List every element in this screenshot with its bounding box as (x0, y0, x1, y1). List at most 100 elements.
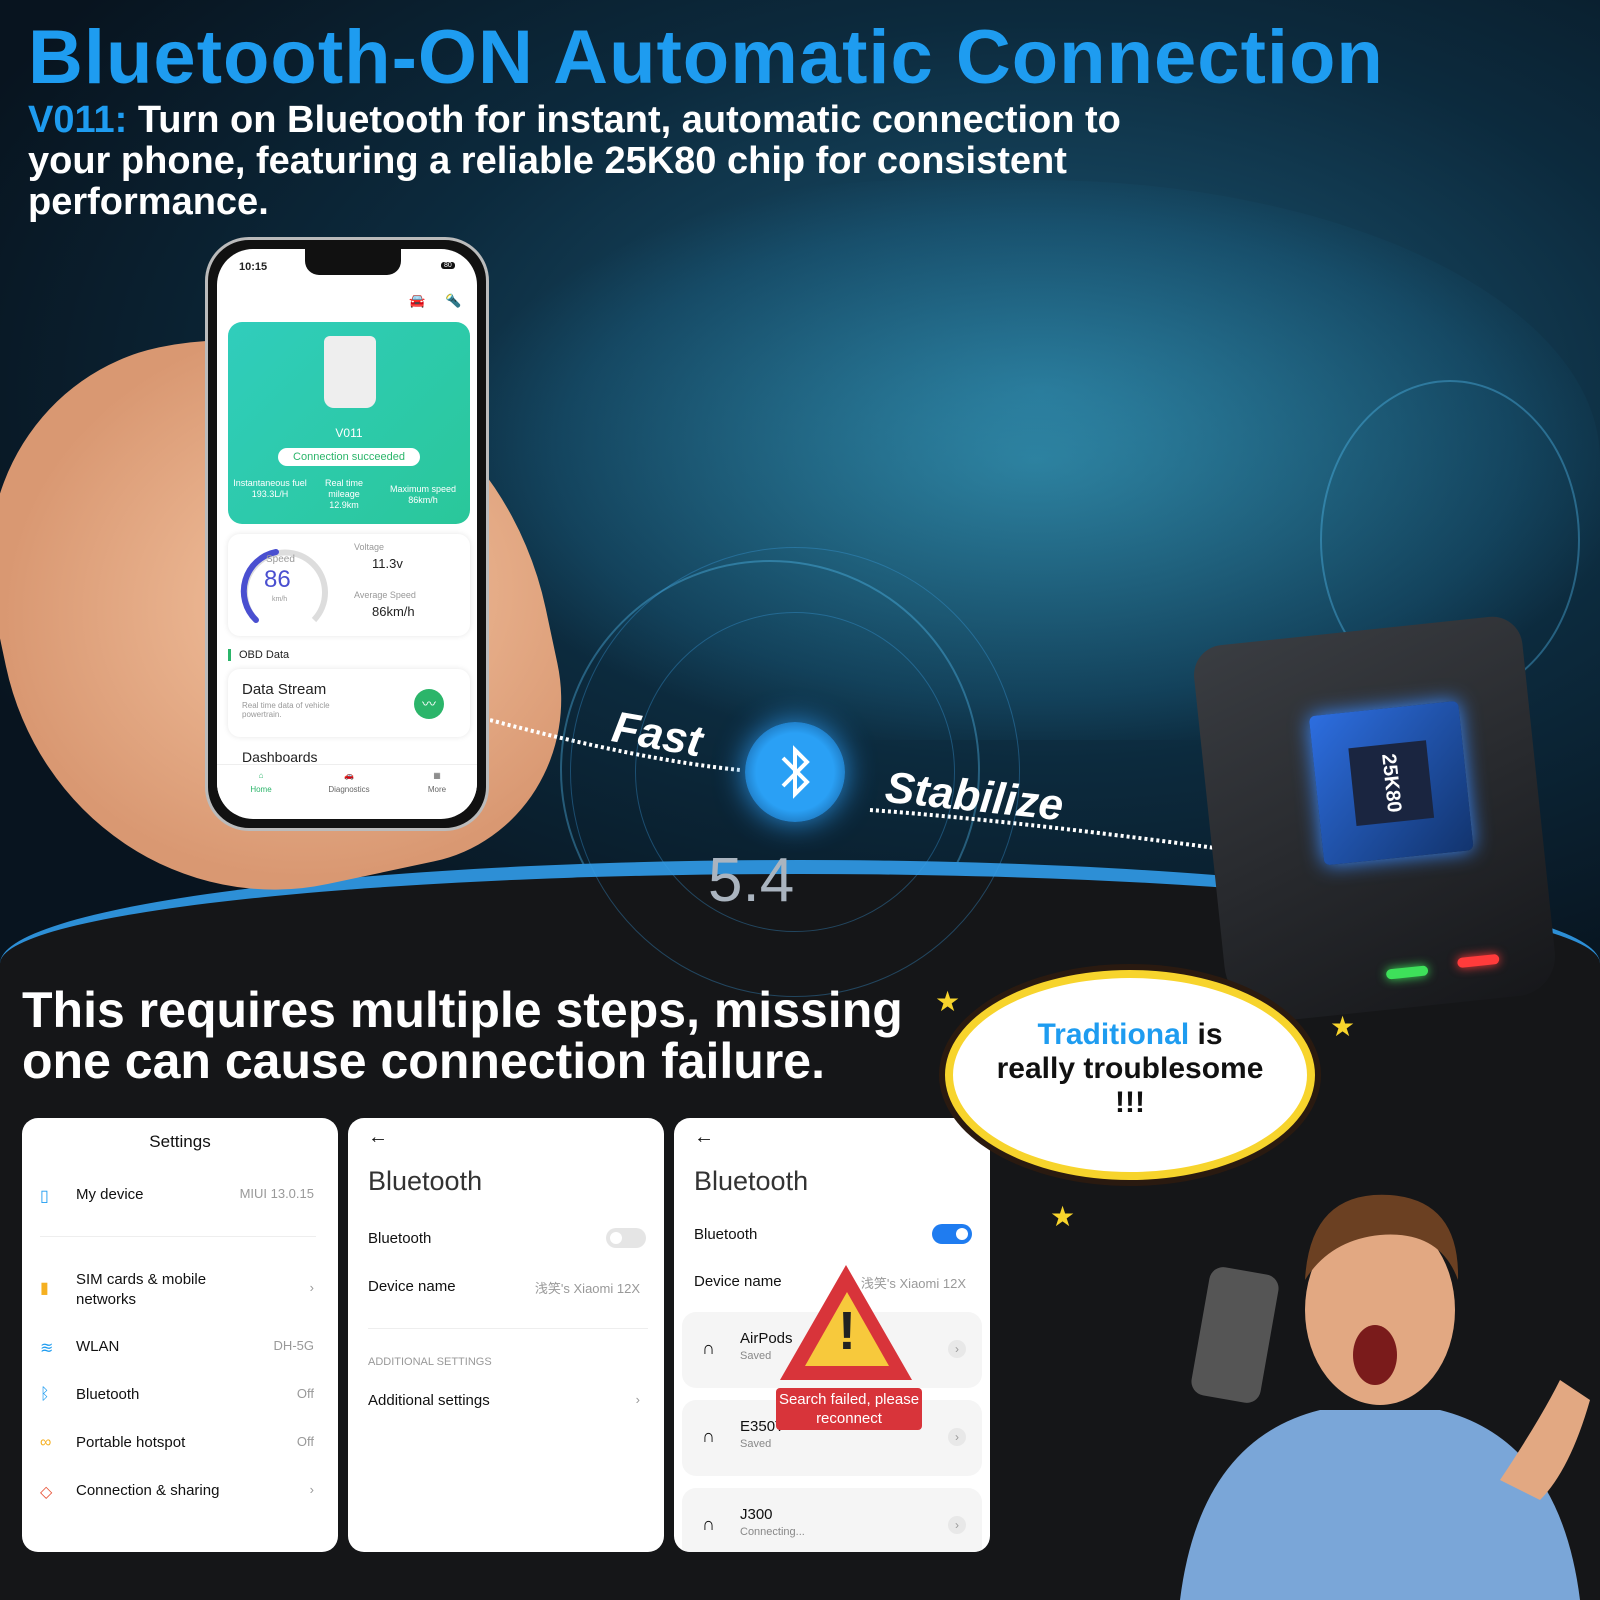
divider (368, 1328, 648, 1329)
item-value: MIUI 13.0.15 (239, 1186, 314, 1201)
star-icon: ★ (1050, 1201, 1076, 1232)
wifi-icon: ≋ (40, 1340, 54, 1357)
section-heading: OBD Data (228, 649, 289, 661)
bluetooth-off-panel: ← Bluetooth Bluetooth Device name 浅笑's Xi… (348, 1118, 664, 1552)
nav-home[interactable]: ⌂ Home (231, 771, 291, 794)
item-label: SIM cards & mobile networks (76, 1271, 207, 1308)
chevron-right-icon: › (309, 1280, 314, 1295)
settings-title: Settings (149, 1132, 211, 1151)
headphones-icon: ∩ (702, 1426, 715, 1446)
page-title: Bluetooth-ON Automatic Connection (28, 15, 1384, 100)
device-card[interactable]: V011 Connection succeeded Instantaneous … (228, 322, 470, 524)
stat-fuel: Instantaneous fuel 193.3L/H (232, 478, 308, 500)
bluetooth-title: Bluetooth (694, 1166, 809, 1196)
row-label: Device name (694, 1273, 782, 1290)
bluetooth-toggle-on[interactable] (932, 1224, 972, 1244)
nav-diagnostics[interactable]: 🚗 Diagnostics (319, 771, 379, 794)
obd-dongle-image (324, 336, 376, 408)
back-arrow-icon[interactable]: ← (694, 1126, 714, 1149)
nav-label: More (427, 785, 447, 794)
nav-label: Home (250, 785, 272, 794)
item-label: Bluetooth (76, 1386, 140, 1403)
nav-label: Diagnostics (328, 785, 370, 794)
status-time: 10:15 (239, 261, 268, 273)
flashlight-icon[interactable]: 🔦 (445, 293, 461, 309)
home-icon: ⌂ (258, 771, 264, 780)
row-label: Device name (368, 1278, 456, 1295)
subtitle: V011: Turn on Bluetooth for instant, aut… (28, 100, 1208, 223)
chevron-right-icon: › (948, 1428, 966, 1446)
section-label: ADDITIONAL SETTINGS (368, 1356, 492, 1368)
settings-panel: Settings ▯ My device MIUI 13.0.15 ▮ SIM car… (22, 1118, 338, 1552)
pulse-icon: 〰 (414, 689, 444, 719)
avg-speed-label: Average Speed (354, 590, 416, 600)
connection-status-badge: Connection succeeded (278, 448, 420, 466)
hotspot-icon: ∞ (40, 1434, 52, 1451)
stat-max-speed: Maximum speed 86km/h (378, 484, 468, 506)
stat-value: 193.3L/H (251, 489, 289, 499)
chevron-right-icon: › (309, 1482, 314, 1497)
data-stream-card[interactable]: Data Stream Real time data of vehicle po… (228, 669, 470, 737)
stat-label: Instantaneous fuel (233, 478, 307, 488)
voltage-label: Voltage (354, 542, 385, 552)
toggle-label: Bluetooth (694, 1226, 758, 1243)
gauge-label: Speed (266, 554, 295, 565)
bluetooth-version: 5.4 (708, 846, 795, 915)
sim-icon: ▮ (40, 1280, 49, 1297)
chip-label: 25K80 (1348, 740, 1435, 826)
row-value: 浅笑's Xiaomi 12X (534, 1281, 640, 1296)
bottom-nav: ⌂ Home 🚗 Diagnostics ▦ More (217, 764, 477, 814)
subtitle-text: Turn on Bluetooth for instant, automatic… (28, 99, 1121, 223)
bluetooth-toggle-off[interactable] (606, 1228, 646, 1248)
bluetooth-icon: ᛒ (40, 1386, 50, 1403)
share-icon: ◇ (40, 1484, 53, 1501)
item-label: My device (76, 1186, 144, 1203)
phone: 10:15 80 🚘 🔦 V011 Connection succeeded I… (205, 237, 489, 831)
bluetooth-icon (745, 722, 845, 822)
toggle-label: Bluetooth (368, 1230, 432, 1247)
stat-mileage: Real time mileage 12.9km (316, 478, 372, 511)
item-label: WLAN (76, 1338, 120, 1355)
bluetooth-title: Bluetooth (368, 1166, 483, 1196)
headphones-icon: ∩ (702, 1338, 715, 1358)
model-label: V011: (28, 99, 128, 141)
paired-device-item[interactable]: ∩ J300 Connecting... › (682, 1488, 982, 1552)
gauge-unit: km/h (272, 596, 288, 603)
warning-message: Search failed, please reconnect (776, 1388, 922, 1430)
chevron-right-icon: › (635, 1392, 640, 1407)
card-title: Data Stream (242, 681, 327, 698)
star-icon: ★ (1330, 1011, 1356, 1042)
item-value: DH-5G (273, 1338, 314, 1353)
device-name: J300 (740, 1506, 773, 1523)
device-name: V011 (335, 426, 363, 440)
card-desc: Real time data of vehicle powertrain. (242, 701, 330, 719)
device-status: Connecting... (740, 1526, 805, 1538)
car-diagnostics-icon: 🚗 (344, 771, 354, 780)
phone-screen: 10:15 80 🚘 🔦 V011 Connection succeeded I… (217, 249, 477, 819)
grid-icon: ▦ (433, 771, 441, 780)
item-label: Portable hotspot (76, 1434, 186, 1451)
speed-panel: Speed 86 km/h Voltage 11.3v Average Spee… (228, 534, 470, 636)
dashboards-card[interactable]: Dashboards (242, 749, 318, 765)
headphones-icon: ∩ (702, 1514, 715, 1534)
item-label: Connection & sharing (76, 1482, 220, 1499)
phone-icon: ▯ (40, 1188, 49, 1205)
device-status: Saved (740, 1438, 772, 1450)
battery-icon: 80 (441, 262, 455, 269)
chevron-right-icon: › (948, 1516, 966, 1534)
nav-more[interactable]: ▦ More (407, 771, 467, 794)
frustrated-man-image (1180, 1194, 1590, 1600)
exclamation-icon: ! (838, 1301, 856, 1361)
requirement-text: This requires multiple steps, missing on… (22, 982, 903, 1089)
back-arrow-icon[interactable]: ← (368, 1126, 388, 1149)
avg-speed-value: 86km/h (372, 604, 415, 619)
divider (40, 1236, 316, 1237)
stat-label: Maximum speed (389, 484, 457, 494)
chip-image: 25K80 (1308, 700, 1474, 866)
bubble-text: really troublesome (996, 1052, 1264, 1085)
car-icon[interactable]: 🚘 (409, 293, 425, 309)
stat-value: 86km/h (408, 495, 438, 505)
gauge-value: 86 (264, 566, 291, 593)
phone-notch (305, 249, 401, 275)
stat-label: Real time mileage (324, 478, 363, 499)
